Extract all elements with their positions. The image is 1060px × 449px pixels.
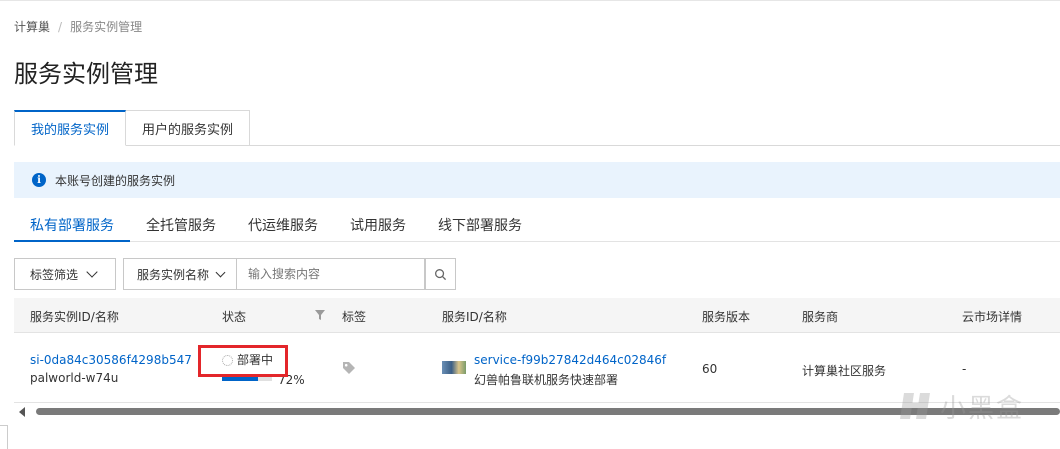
search-input[interactable] [237,258,425,290]
corner-element [0,425,8,449]
search-icon [435,268,447,280]
progress-bar [222,377,272,381]
service-id-link[interactable]: service-f99b27842d464c02846f [474,353,666,367]
breadcrumb-current: 服务实例管理 [70,20,143,34]
column-header-tags: 标签 [342,310,367,324]
marketplace-detail: - [962,362,967,376]
search-group: 服务实例名称 [123,258,456,290]
watermark: 小黑盒 [900,384,1040,428]
instance-name: palworld-w74u [30,371,119,385]
subtab-trial[interactable]: 试用服务 [334,207,422,242]
breadcrumb-root[interactable]: 计算巢 [14,18,50,35]
service-name: 幻兽帕鲁联机服务快速部署 [474,373,619,387]
column-header-provider: 服务商 [802,310,839,324]
search-button[interactable] [425,258,456,290]
page-title: 服务实例管理 [14,60,158,88]
watermark-text: 小黑盒 [940,393,1025,424]
instance-id-link[interactable]: si-0da84c30586f4298b547 [30,353,192,367]
info-bar: i 本账号创建的服务实例 [14,162,1060,198]
top-divider [0,0,1060,1]
sub-tabs: 私有部署服务 全托管服务 代运维服务 试用服务 线下部署服务 [14,207,538,242]
watermark-logo-icon [900,393,930,419]
filter-icon[interactable] [314,309,326,321]
tag-filter-button[interactable]: 标签筛选 [14,258,116,290]
breadcrumb-separator: / [58,19,63,34]
tag-icon[interactable] [342,361,356,375]
tab-my-instances[interactable]: 我的服务实例 [14,110,127,146]
column-header-status: 状态 [222,310,247,324]
column-header-service: 服务ID/名称 [442,310,507,324]
service-thumbnail [442,361,466,374]
top-tabs: 我的服务实例 用户的服务实例 [14,110,251,146]
table-header: 服务实例ID/名称 状态 标签 服务ID/名称 服务版本 服务商 云市场详情 [14,298,1060,333]
page: 计算巢 / 服务实例管理 服务实例管理 我的服务实例 用户的服务实例 i 本账号… [0,0,1060,449]
subtab-managed-ops[interactable]: 代运维服务 [232,207,334,242]
highlight-box [198,345,288,377]
tag-filter-label: 标签筛选 [30,267,79,282]
chevron-down-icon [86,266,98,278]
info-text: 本账号创建的服务实例 [55,173,176,188]
search-field-select[interactable]: 服务实例名称 [123,258,237,290]
subtab-private-deploy[interactable]: 私有部署服务 [14,207,130,242]
tab-user-instances[interactable]: 用户的服务实例 [126,110,251,146]
scroll-left-arrow-icon[interactable] [19,407,25,417]
column-header-instance: 服务实例ID/名称 [30,310,119,324]
subtab-fully-managed[interactable]: 全托管服务 [130,207,232,242]
column-header-version: 服务版本 [702,310,751,324]
service-version: 60 [702,362,718,376]
chevron-down-icon [215,267,226,277]
progress-fill [222,377,258,381]
search-field-label: 服务实例名称 [137,267,210,282]
subtab-offline-deploy[interactable]: 线下部署服务 [422,207,538,242]
column-header-marketplace: 云市场详情 [962,310,1023,324]
info-icon: i [32,173,46,187]
service-provider: 计算巢社区服务 [802,364,887,378]
breadcrumb: 计算巢 / 服务实例管理 [14,18,142,35]
